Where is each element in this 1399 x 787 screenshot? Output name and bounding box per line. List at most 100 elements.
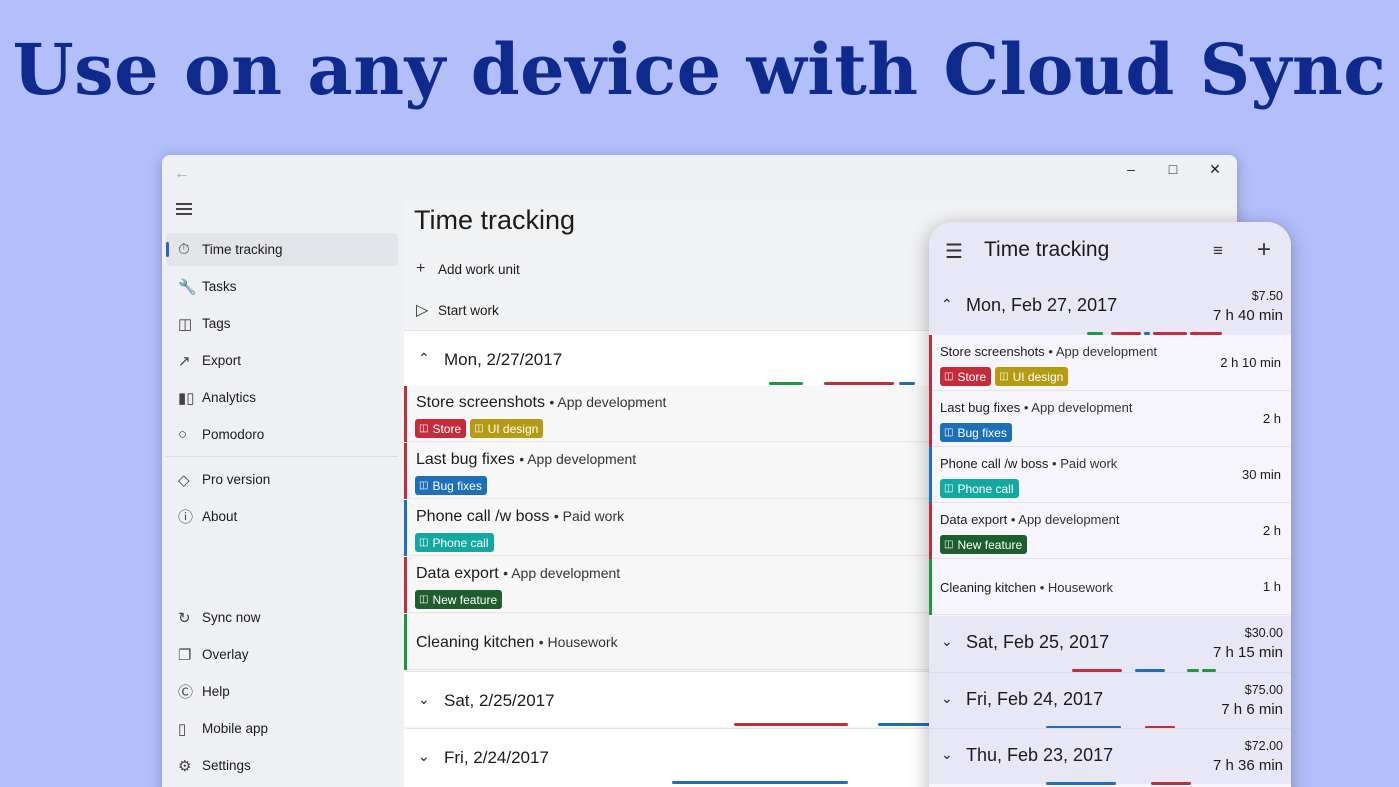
tag-label: Store (432, 421, 462, 436)
sidebar-item-label: Mobile app (202, 721, 269, 736)
day-duration: 7 h 15 min (1212, 644, 1283, 661)
work-unit-title: Store screenshots (940, 344, 1045, 359)
work-unit-text: Phone call /w boss • Paid work (416, 508, 624, 526)
work-unit-title: Last bug fixes (940, 400, 1021, 415)
phone-work-unit-row[interactable]: Store screenshots • App development ◫ Sto… (929, 335, 1291, 391)
day-date: Fri, Feb 24, 2017 (966, 689, 1104, 709)
work-unit-title: Phone call /w boss (940, 456, 1049, 471)
work-unit-project: • App development (519, 451, 637, 467)
phone-work-unit-row[interactable]: Data export • App development ◫ New featu… (929, 503, 1291, 559)
work-unit-duration: 30 min (1241, 467, 1281, 482)
work-unit-title: Cleaning kitchen (940, 580, 1037, 595)
close-icon[interactable]: ✕ (1194, 155, 1236, 183)
sidebar-item-settings[interactable]: ⚙ Settings (166, 749, 398, 782)
row-color-stripe (404, 443, 407, 499)
chevron-down-icon[interactable]: ⌄ (941, 690, 953, 707)
filter-icon[interactable]: ≡ (1213, 241, 1223, 261)
sidebar-item-mobile-app[interactable]: ▯ Mobile app (166, 712, 398, 745)
phone-work-unit-row[interactable]: Phone call /w boss • Paid work ◫ Phone ca… (929, 447, 1291, 503)
sidebar-item-label: Tasks (202, 279, 237, 294)
work-unit-project: • Paid work (1052, 456, 1118, 471)
hamburger-menu-icon[interactable]: ☰ (945, 239, 963, 264)
tag-chip: ◫ Store (415, 419, 467, 438)
plus-icon[interactable]: + (1257, 236, 1271, 264)
row-color-stripe (929, 335, 932, 391)
sidebar-item-analytics[interactable]: ▮▯ Analytics (166, 381, 398, 414)
analytics-icon: ▮▯ (178, 389, 195, 407)
sidebar-item-tasks[interactable]: 🔧 Tasks (166, 270, 398, 303)
sidebar-item-label: Pomodoro (202, 427, 265, 442)
work-unit-title: Data export (940, 512, 1008, 527)
phone-work-unit-row[interactable]: Last bug fixes • App development ◫ Bug fi… (929, 391, 1291, 447)
row-color-stripe (404, 614, 407, 670)
phone-day-header[interactable]: ⌄ Fri, Feb 24, 2017 $75.00 7 h 6 min (929, 672, 1291, 729)
phone-day-header[interactable]: ⌃ Mon, Feb 27, 2017 $7.50 7 h 40 min (929, 279, 1291, 335)
day-amount: $75.00 (1244, 683, 1283, 697)
tag-icon: ◫ (178, 315, 193, 333)
day-duration: 7 h 36 min (1212, 757, 1283, 774)
start-work-button[interactable]: ▷ Start work (416, 300, 499, 320)
work-unit-duration: 2 h 10 min (1220, 355, 1281, 370)
work-unit-title: Last bug fixes (416, 451, 515, 468)
sidebar-divider (166, 456, 398, 457)
sync-icon: ↻ (178, 609, 191, 627)
add-work-unit-button[interactable]: + Add work unit (416, 260, 520, 278)
work-unit-text: Cleaning kitchen • Housework (416, 634, 618, 652)
sidebar-item-overlay[interactable]: ❐ Overlay (166, 638, 398, 671)
page-title: Time tracking (414, 205, 576, 235)
day-date: Thu, Feb 23, 2017 (966, 745, 1114, 765)
tag-icon: ◫ (419, 423, 429, 434)
sidebar-item-tags[interactable]: ◫ Tags (166, 307, 398, 340)
tag-icon: ◫ (999, 371, 1009, 382)
work-unit-title: Cleaning kitchen (416, 634, 535, 651)
tag-chip: ◫ Bug fixes (415, 476, 487, 495)
phone-work-unit-row[interactable]: Cleaning kitchen • Housework 1 h (929, 559, 1291, 615)
tag-chip: ◫ UI design (995, 367, 1069, 386)
chevron-down-icon[interactable]: ⌄ (941, 746, 953, 763)
info-icon: ⓘ (178, 509, 194, 526)
day-duration: 7 h 40 min (1212, 307, 1283, 324)
tag-icon: ◫ (419, 480, 429, 491)
maximize-icon[interactable]: □ (1152, 155, 1194, 183)
day-date: Fri, 2/24/2017 (444, 748, 549, 767)
sidebar-item-time-tracking[interactable]: ⏱ Time tracking (166, 233, 398, 266)
sidebar-item-label: Settings (202, 758, 251, 773)
work-unit-project: • App development (1023, 400, 1133, 415)
add-work-unit-label: Add work unit (438, 261, 520, 277)
row-color-stripe (929, 559, 932, 615)
chevron-up-icon[interactable]: ⌃ (418, 350, 430, 367)
tag-label: New feature (957, 537, 1023, 552)
stopwatch-icon: ⏱ (178, 241, 190, 258)
work-unit-duration: 1 h (1262, 579, 1281, 594)
phone-app-bar: ☰ Time tracking ≡ + (929, 222, 1291, 279)
sidebar-item-pomodoro[interactable]: ○ Pomodoro (166, 418, 398, 451)
sidebar-item-export[interactable]: ↗ Export (166, 344, 398, 377)
sidebar-item-about[interactable]: ⓘ About (166, 500, 398, 533)
work-unit-project: • App development (1010, 512, 1120, 527)
day-amount: $72.00 (1244, 739, 1283, 753)
day-date: Sat, 2/25/2017 (444, 691, 555, 710)
sidebar-item-label: Time tracking (202, 242, 283, 257)
phone-day-header[interactable]: ⌄ Sat, Feb 25, 2017 $30.00 7 h 15 min (929, 616, 1291, 672)
timeline-bar (672, 781, 848, 784)
sidebar-item-label: Pro version (202, 472, 271, 487)
chevron-up-icon[interactable]: ⌃ (941, 296, 953, 313)
work-unit-title: Store screenshots (416, 394, 545, 411)
tag-chip: ◫ New feature (415, 590, 503, 609)
tag-icon: ◫ (944, 483, 954, 494)
phone-day-header[interactable]: ⌄ Thu, Feb 23, 2017 $72.00 7 h 36 min (929, 728, 1291, 785)
back-arrow-icon[interactable]: ← (174, 165, 190, 183)
minimize-icon[interactable]: – (1110, 155, 1152, 183)
chevron-down-icon[interactable]: ⌄ (418, 748, 430, 765)
sidebar-item-pro-version[interactable]: ◇ Pro version (166, 463, 398, 496)
hamburger-menu-icon[interactable] (176, 203, 192, 218)
sidebar-item-sync-now[interactable]: ↻ Sync now (166, 601, 398, 634)
work-unit-project: • App development (503, 565, 621, 581)
work-unit-text: Last bug fixes • App development (940, 400, 1132, 415)
tag-icon: ◫ (944, 539, 954, 550)
chevron-down-icon[interactable]: ⌄ (941, 633, 953, 650)
chevron-down-icon[interactable]: ⌄ (418, 691, 430, 708)
day-date: Mon, Feb 27, 2017 (966, 295, 1118, 315)
day-amount: $30.00 (1244, 626, 1283, 640)
sidebar-item-help[interactable]: Ⓒ Help (166, 675, 398, 708)
